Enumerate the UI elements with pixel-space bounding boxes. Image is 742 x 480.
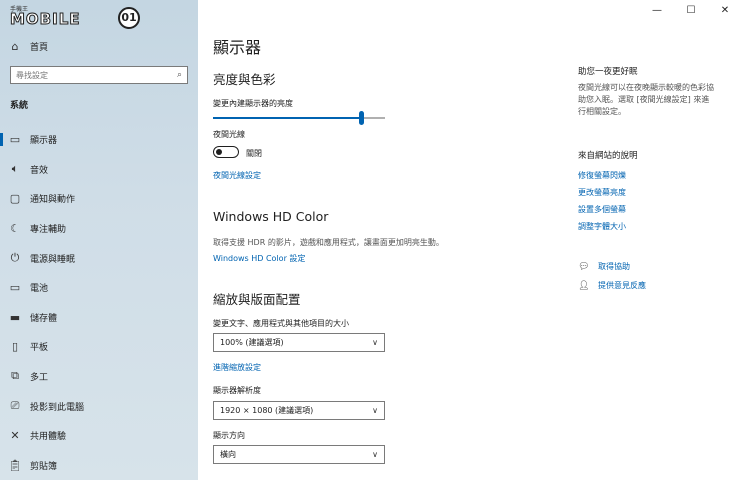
hdr-description: 取得支援 HDR 的影片，遊戲和應用程式，讓畫面更加明亮生動。 (213, 238, 444, 247)
storage-icon: ▬ (9, 310, 21, 324)
battery-icon: ▭ (9, 280, 21, 294)
sound-icon: 🔈︎ (11, 162, 19, 175)
scale-value: 100% (建議選項) (220, 338, 284, 347)
search-icon[interactable]: ⌕ (177, 70, 182, 80)
sidebar-item-power[interactable]: ⏻ 電源與睡眠 (0, 248, 198, 268)
sidebar-item-shared-experiences[interactable]: ✕ 共用體驗 (0, 425, 198, 445)
sidebar-item-label: 專注輔助 (30, 224, 67, 235)
multitasking-icon: ⧉ (11, 369, 19, 382)
resolution-value: 1920 × 1080 (建議選項) (220, 406, 314, 415)
get-help-link[interactable]: 取得協助 (598, 261, 630, 272)
sidebar-item-display[interactable]: ▭ 顯示器 (0, 129, 198, 149)
home-icon: ⌂ (11, 39, 19, 53)
hdr-settings-link[interactable]: Windows HD Color 設定 (213, 253, 305, 264)
sidebar-item-label: 平板 (30, 342, 49, 353)
sidebar-item-clipboard[interactable]: 📋︎ 剪貼簿 (0, 455, 198, 475)
brightness-heading: 亮度與色彩 (213, 72, 276, 87)
sidebar-item-battery[interactable]: ▭ 電池 (0, 277, 198, 297)
window-controls: — ☐ ✕ (640, 0, 742, 22)
sidebar-item-notifications[interactable]: ▢ 通知與動作 (0, 188, 198, 208)
get-help-row[interactable]: 💬︎ 取得協助 (578, 261, 630, 272)
web-help-title: 來自網站的說明 (578, 151, 638, 161)
sidebar-item-multitasking[interactable]: ⧉ 多工 (0, 366, 198, 386)
search-field[interactable]: ⌕ (10, 66, 188, 84)
help-link-multiple-displays[interactable]: 設置多個螢幕 (578, 204, 626, 215)
help-link-brightness[interactable]: 更改螢幕亮度 (578, 187, 626, 198)
sidebar-item-project[interactable]: ⎚ 投影到此電腦 (0, 396, 198, 416)
night-light-label: 夜間光線 (213, 130, 245, 139)
page-title: 顯示器 (213, 38, 262, 57)
focus-assist-icon: ☾ (10, 221, 20, 235)
sidebar-item-label: 儲存體 (30, 313, 58, 324)
sidebar-item-label: 顯示器 (30, 135, 58, 146)
tip-title: 助您一夜更好眠 (578, 67, 638, 77)
maximize-button[interactable]: ☐ (674, 0, 708, 22)
tablet-icon: ▯ (11, 339, 19, 353)
orientation-value: 橫向 (220, 450, 236, 459)
close-button[interactable]: ✕ (708, 0, 742, 22)
slider-thumb[interactable] (358, 111, 364, 125)
search-input[interactable] (16, 70, 166, 80)
sidebar-item-label: 電源與睡眠 (30, 254, 76, 265)
chevron-down-icon: ∨ (372, 450, 378, 459)
sidebar-item-label: 剪貼簿 (30, 461, 58, 472)
help-link-flicker[interactable]: 修復螢幕閃爍 (578, 170, 626, 181)
night-light-state: 關閉 (246, 149, 262, 158)
resolution-dropdown[interactable]: 1920 × 1080 (建議選項) ∨ (213, 401, 385, 420)
watermark-badge: 01 (118, 7, 140, 29)
sidebar-item-storage[interactable]: ▬ 儲存體 (0, 307, 198, 327)
tip-body-line-1: 夜間光線可以在夜晚顯示較暖的色彩協 (578, 83, 714, 92)
sidebar-item-label: 通知與動作 (30, 194, 76, 205)
chevron-down-icon: ∨ (372, 338, 378, 347)
watermark-logo: 手機王 MOBILE 01 (6, 4, 156, 30)
sidebar-item-sound[interactable]: 🔈︎ 音效 (0, 159, 198, 179)
sidebar-item-label: 多工 (30, 372, 49, 383)
night-light-toggle[interactable] (213, 146, 239, 158)
toggle-knob (216, 148, 222, 155)
tip-body-line-3: 行相關設定。 (578, 107, 626, 116)
tip-body-line-2: 助您入眠。選取 [夜間光線設定] 來進 (578, 95, 710, 104)
section-title: 系統 (10, 101, 29, 111)
minimize-button[interactable]: — (640, 0, 674, 22)
sidebar-item-label: 音效 (30, 165, 49, 176)
active-indicator (0, 133, 3, 146)
brightness-slider-label: 變更內建顯示器的亮度 (213, 99, 293, 108)
display-icon: ▭ (9, 132, 21, 146)
sidebar-item-label: 共用體驗 (30, 431, 67, 442)
advanced-scaling-link[interactable]: 進階縮放設定 (213, 362, 261, 373)
main-content: — ☐ ✕ 顯示器 亮度與色彩 變更內建顯示器的亮度 夜間光線 關閉 夜間光線設… (198, 0, 742, 480)
power-icon: ⏻ (10, 251, 20, 264)
orientation-dropdown[interactable]: 橫向 ∨ (213, 445, 385, 464)
hdr-heading: Windows HD Color (213, 209, 329, 224)
feedback-row[interactable]: 👤︎ 提供意見反應 (578, 280, 646, 291)
chat-help-icon: 💬︎ (578, 261, 590, 272)
clipboard-icon: 📋︎ (8, 458, 22, 472)
scale-label: 變更文字、應用程式與其他項目的大小 (213, 319, 349, 328)
sidebar-item-label: 電池 (30, 283, 49, 294)
orientation-label: 顯示方向 (213, 431, 245, 440)
sidebar: 手機王 MOBILE 01 ⌂ 首頁 ⌕ 系統 ▭ 顯示器 🔈︎ 音效 ▢ 通知… (0, 0, 198, 480)
project-icon: ⎚ (10, 399, 20, 412)
slider-fill (213, 117, 361, 119)
watermark-brand: MOBILE (10, 10, 81, 29)
sidebar-item-label: 投影到此電腦 (30, 402, 85, 413)
scale-heading: 縮放與版面配置 (213, 292, 301, 307)
shared-experiences-icon: ✕ (10, 428, 20, 442)
sidebar-item-label: 首頁 (30, 42, 49, 53)
sidebar-item-focus-assist[interactable]: ☾ 專注輔助 (0, 218, 198, 238)
scale-dropdown[interactable]: 100% (建議選項) ∨ (213, 333, 385, 352)
notification-icon: ▢ (9, 191, 21, 205)
resolution-label: 顯示器解析度 (213, 386, 261, 395)
help-link-font-size[interactable]: 調整字體大小 (578, 221, 626, 232)
feedback-link[interactable]: 提供意見反應 (598, 280, 646, 291)
night-light-settings-link[interactable]: 夜間光線設定 (213, 170, 261, 181)
chevron-down-icon: ∨ (372, 406, 378, 415)
feedback-icon: 👤︎ (578, 280, 590, 291)
sidebar-item-home[interactable]: ⌂ 首頁 (0, 36, 198, 56)
brightness-slider[interactable] (213, 111, 385, 125)
sidebar-item-tablet[interactable]: ▯ 平板 (0, 336, 198, 356)
